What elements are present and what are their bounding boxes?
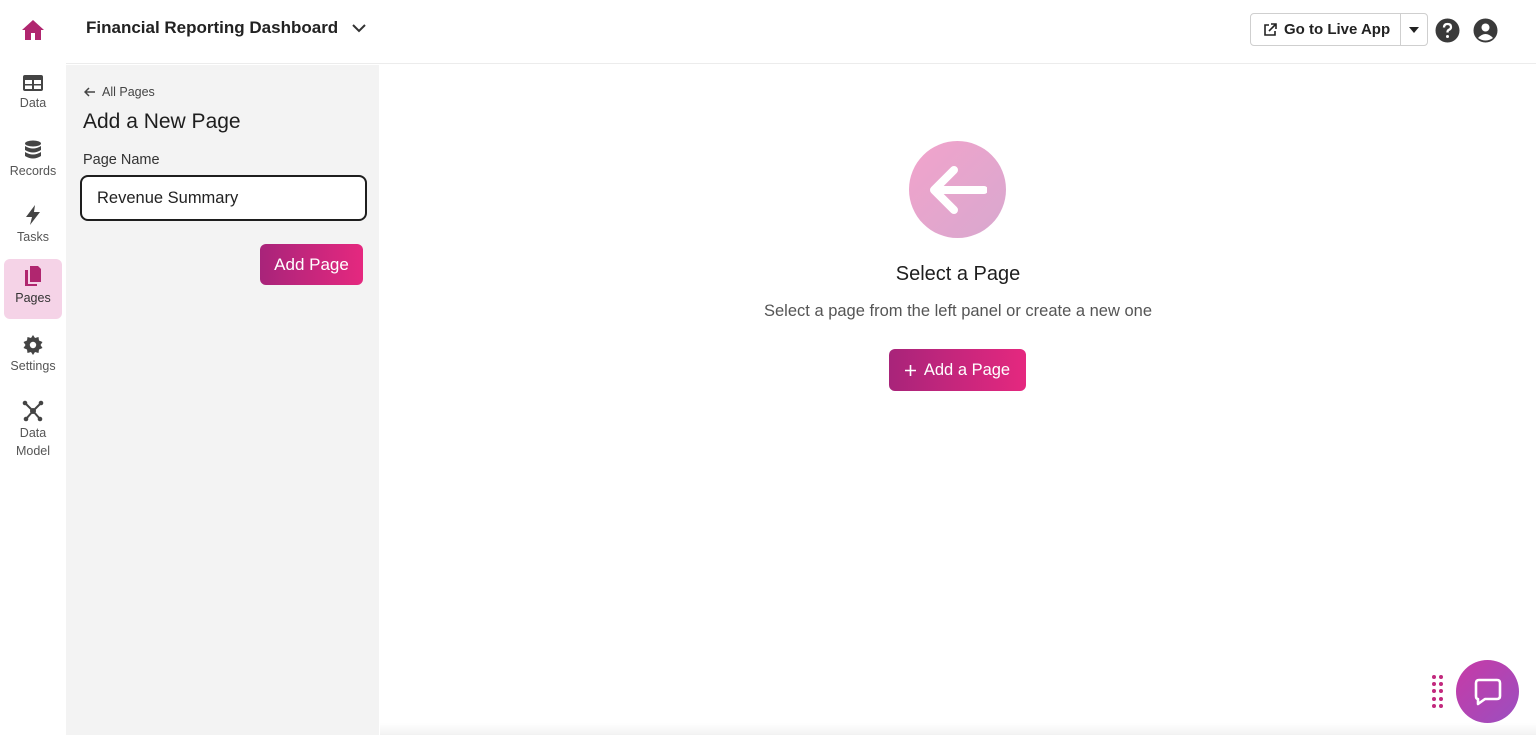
empty-state-title: Select a Page [895, 263, 1021, 285]
all-pages-label: All Pages [102, 85, 155, 99]
live-app-dropdown-toggle[interactable] [1401, 14, 1427, 45]
chat-drag-handle[interactable] [1432, 675, 1444, 709]
home-button[interactable] [0, 12, 66, 48]
table-icon [23, 75, 43, 91]
caret-down-icon [1409, 26, 1420, 33]
rail-item-label: Settings [10, 359, 56, 373]
rail-item-label: Pages [15, 291, 51, 305]
empty-state-subtitle: Select a page from the left panel or cre… [764, 302, 1152, 320]
home-icon [22, 20, 44, 40]
account-button[interactable] [1473, 18, 1498, 48]
user-icon [1473, 18, 1498, 43]
go-to-live-app-label: Go to Live App [1284, 21, 1391, 38]
top-bar: Financial Reporting Dashboard Go to Live… [66, 0, 1536, 64]
rail-item-data[interactable]: Data [4, 68, 62, 112]
rail-item-records[interactable]: Records [4, 134, 62, 180]
app-title: Financial Reporting Dashboard [86, 18, 339, 37]
arrow-left-icon [929, 165, 987, 214]
rail-item-label: Tasks [17, 230, 49, 244]
empty-state-illustration [909, 141, 1006, 238]
add-page-button[interactable]: Add Page [260, 244, 363, 285]
app-root: Data Records Tasks Pages Settings Data M… [0, 0, 1536, 735]
rail-item-label: Data [19, 96, 47, 110]
arrow-left-icon [84, 87, 95, 97]
go-to-live-app-button[interactable]: Go to Live App [1251, 14, 1402, 45]
chevron-down-icon [352, 23, 366, 32]
help-button[interactable] [1435, 18, 1460, 48]
rail-item-label: Records [9, 164, 57, 178]
pages-icon [25, 266, 41, 286]
all-pages-link[interactable]: All Pages [84, 85, 155, 99]
database-icon [25, 140, 41, 159]
rail-item-label: Data Model [15, 426, 51, 458]
plus-icon [904, 364, 916, 376]
icon-rail: Data Records Tasks Pages Settings Data M… [0, 0, 66, 735]
gear-icon [23, 335, 43, 355]
add-a-page-label: Add a Page [923, 360, 1011, 379]
rail-item-settings[interactable]: Settings [4, 329, 62, 375]
external-link-icon [1264, 22, 1277, 36]
add-page-panel: All Pages Add a New Page Page Name Add P… [66, 65, 379, 735]
chat-bubble-icon [1474, 678, 1501, 705]
help-icon [1435, 18, 1460, 43]
rail-item-pages[interactable]: Pages [4, 259, 62, 319]
rail-item-data-model[interactable]: Data Model [4, 394, 62, 460]
add-a-page-button[interactable]: Add a Page [889, 349, 1026, 391]
page-name-label: Page Name [83, 152, 160, 168]
network-icon [22, 400, 44, 422]
chat-launcher-button[interactable] [1456, 660, 1519, 723]
panel-title: Add a New Page [83, 110, 241, 133]
page-name-input[interactable] [80, 175, 367, 221]
app-switcher[interactable]: Financial Reporting Dashboard [86, 18, 366, 38]
bottom-shadow [380, 723, 1536, 735]
lightning-icon [26, 205, 40, 225]
live-app-button-group: Go to Live App [1250, 13, 1429, 46]
rail-item-tasks[interactable]: Tasks [4, 198, 62, 246]
main-content: Select a Page Select a page from the lef… [380, 65, 1536, 735]
